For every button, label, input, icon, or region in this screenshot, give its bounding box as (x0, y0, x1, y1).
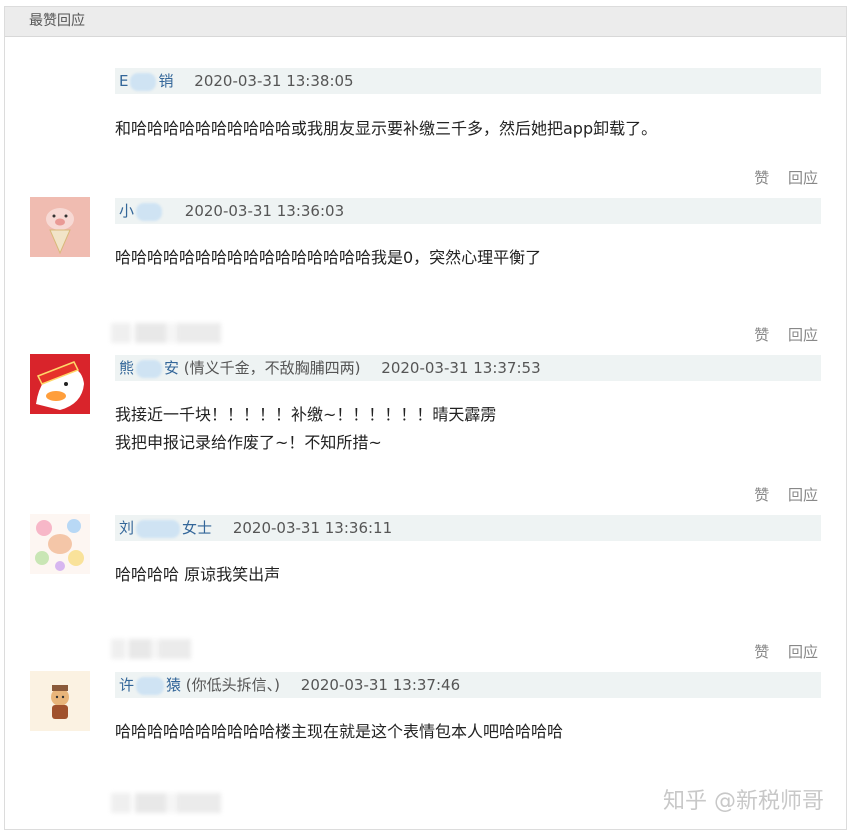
comment-meta: E销 2020-03-31 13:38:05 (115, 68, 821, 94)
user-name-link[interactable]: 刘女士 (115, 519, 212, 538)
user-signature: (你低头拆信、) (181, 676, 281, 694)
blurred-reply-preview (111, 793, 221, 813)
cartoon-character-icon (30, 671, 90, 731)
comment-time: 2020-03-31 13:36:03 (184, 202, 345, 220)
user-signature: (情义千金，不敌胸脯四两) (179, 359, 361, 377)
panel-header: 最赞回应 (5, 7, 846, 37)
comment-actions: 赞 回应 (740, 167, 818, 188)
comment-time: 2020-03-31 13:37:53 (381, 359, 541, 377)
like-button[interactable]: 赞 (754, 486, 769, 504)
comment-text: 哈哈哈哈哈哈哈哈哈哈哈哈哈哈哈哈我是0，突然心理平衡了 (115, 248, 542, 267)
like-button[interactable]: 赞 (754, 169, 769, 187)
reply-button[interactable]: 回应 (788, 486, 818, 504)
reply-button[interactable]: 回应 (788, 326, 818, 344)
user-avatar[interactable] (30, 671, 90, 731)
watermark: 知乎 @新税师哥 (663, 789, 824, 814)
reply-button[interactable]: 回应 (788, 169, 818, 187)
user-name-link[interactable]: 小 (115, 202, 164, 221)
user-avatar[interactable] (30, 514, 90, 574)
comments-panel: 最赞回应 E销 2020-03-31 13:38:05 和哈哈哈哈哈哈哈哈哈哈或… (4, 6, 847, 830)
user-name-link[interactable]: E销 (115, 72, 174, 91)
comment-meta: 许猿 (你低头拆信、) 2020-03-31 13:37:46 (115, 672, 821, 698)
comment-time: 2020-03-31 13:38:05 (194, 72, 354, 90)
reply-button[interactable]: 回应 (788, 643, 818, 661)
sticker-collage-icon (30, 514, 90, 574)
comment-meta: 刘女士 2020-03-31 13:36:11 (115, 515, 821, 541)
user-avatar[interactable] (30, 354, 90, 414)
comment-text: 我接近一千块！！！！！补缴~！！！！！！晴天霹雳 我把申报记录给作废了~！不知所… (115, 405, 497, 452)
user-name-link[interactable]: 熊安 (115, 359, 179, 378)
comment-actions: 赞 回应 (740, 324, 818, 345)
comment-meta: 熊安 (情义千金，不敌胸脯四两) 2020-03-31 13:37:53 (115, 355, 821, 381)
cartoon-duck-icon (30, 354, 90, 414)
user-avatar[interactable] (30, 197, 90, 257)
comment-text: 和哈哈哈哈哈哈哈哈哈哈或我朋友显示要补缴三千多，然后她把app卸载了。 (115, 119, 658, 138)
comment-actions: 赞 回应 (740, 641, 818, 662)
comment-time: 2020-03-31 13:37:46 (300, 676, 461, 694)
comment-text: 哈哈哈哈哈哈哈哈哈哈楼主现在就是这个表情包本人吧哈哈哈哈 (115, 722, 564, 741)
like-button[interactable]: 赞 (754, 643, 769, 661)
blurred-reply-preview (111, 323, 221, 343)
blurred-reply-preview (111, 639, 191, 659)
comment-text: 哈哈哈哈 原谅我笑出声 (115, 565, 281, 584)
comment-time: 2020-03-31 13:36:11 (232, 519, 393, 537)
comment-actions: 赞 回应 (740, 484, 818, 505)
user-name-link[interactable]: 许猿 (115, 676, 181, 695)
pig-icecream-icon (30, 197, 90, 257)
comment-meta: 小 2020-03-31 13:36:03 (115, 198, 821, 224)
like-button[interactable]: 赞 (754, 326, 769, 344)
